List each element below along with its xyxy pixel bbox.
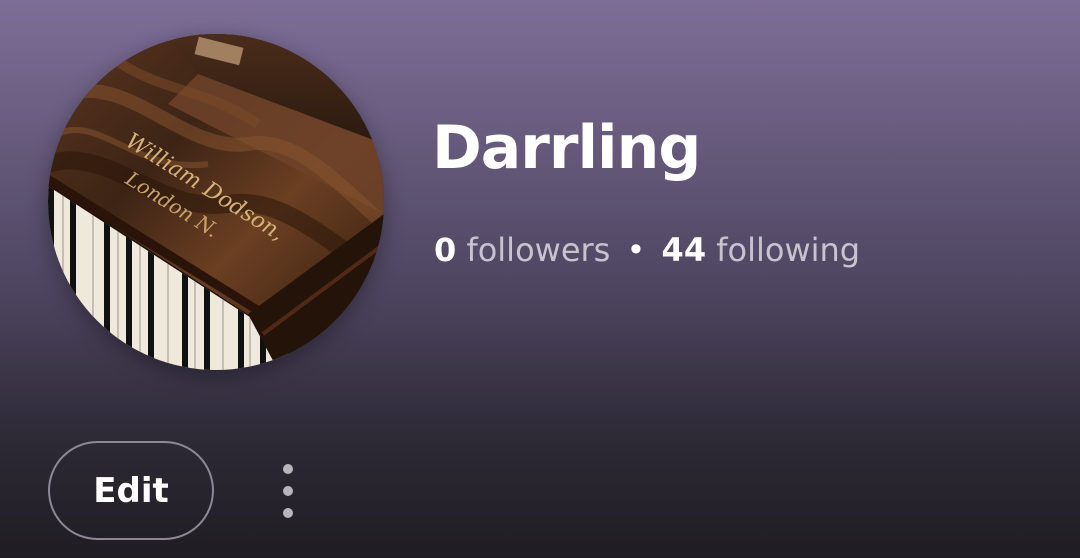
profile-name: Darrling — [432, 113, 701, 183]
edit-button-label: Edit — [93, 470, 169, 511]
followers-count[interactable]: 0 — [434, 231, 456, 269]
more-options-button[interactable] — [262, 454, 314, 528]
profile-header: William Dodson, London N. Darrling 0 fol… — [0, 0, 1080, 558]
edit-profile-button[interactable]: Edit — [48, 441, 214, 540]
following-count[interactable]: 44 — [662, 231, 707, 269]
stats-separator: • — [626, 231, 646, 269]
more-vertical-icon — [283, 464, 293, 518]
following-label[interactable]: following — [716, 231, 860, 269]
profile-avatar[interactable]: William Dodson, London N. — [48, 34, 384, 370]
piano-image: William Dodson, London N. — [48, 34, 384, 370]
follow-stats: 0 followers • 44 following — [434, 228, 860, 272]
followers-label[interactable]: followers — [466, 231, 610, 269]
